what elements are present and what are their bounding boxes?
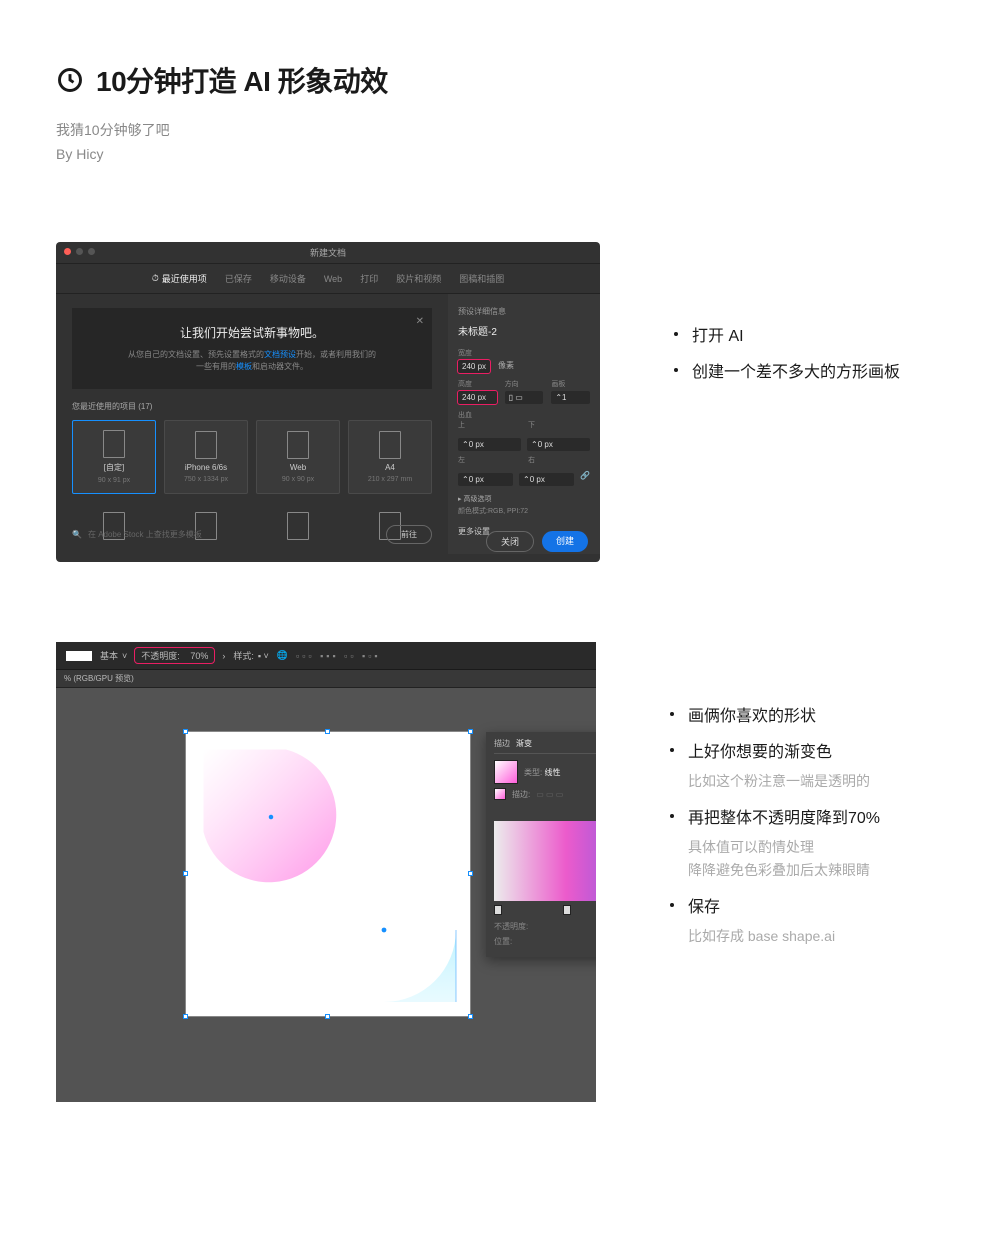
align-icons[interactable]: ▫▫▫ ▪▪▪ ▫▫ ▪▫▪: [296, 651, 381, 661]
document-name[interactable]: 未标题-2: [458, 323, 590, 338]
bullet: 打开 AI: [670, 322, 944, 346]
step2-bullets: 画俩你喜欢的形状 上好你想要的渐变色比如这个粉注意一端是透明的 再把整体不透明度…: [666, 702, 944, 948]
close-button[interactable]: 关闭: [486, 531, 534, 552]
bullet: 保存比如存成 base shape.ai: [666, 893, 944, 947]
opacity-control[interactable]: 不透明度: 70%: [135, 648, 214, 663]
tab-saved[interactable]: 已保存: [225, 272, 252, 285]
tab-film[interactable]: 胶片和视频: [396, 272, 441, 285]
gradient-swatch[interactable]: [494, 760, 518, 784]
bullet: 创建一个差不多大的方形画板: [670, 358, 944, 382]
bleed-bottom[interactable]: ⌃ 0 px: [527, 438, 590, 451]
preset-web[interactable]: Web90 x 90 px: [256, 420, 340, 494]
intro-heading: 让我们开始尝试新事物吧。: [88, 324, 416, 341]
window-controls[interactable]: [64, 248, 95, 255]
intro-text: 从您自己的文档设置、预先设置格式的文档预设开始，或者利用我们的 一些有用的模板和…: [88, 349, 416, 373]
tab-stroke[interactable]: 描边: [494, 738, 510, 749]
bullet: 画俩你喜欢的形状: [666, 702, 944, 726]
gradient-type-select[interactable]: 线性: [544, 768, 560, 777]
stop-location[interactable]: 位置:: [494, 936, 596, 947]
globe-icon[interactable]: 🌐: [277, 650, 288, 661]
new-document-dialog: 新建文档 ⏱ 最近使用项 已保存 移动设备 Web 打印 胶片和视频 图稿和插图…: [56, 242, 600, 562]
bullet: 再把整体不透明度降到70%具体值可以酌情处理 降降避免色彩叠加后太辣眼睛: [666, 804, 944, 881]
step1-bullets: 打开 AI 创建一个差不多大的方形画板: [670, 322, 944, 382]
link-icon[interactable]: 🔗: [580, 471, 590, 486]
go-button[interactable]: 前往: [386, 525, 432, 544]
stroke-swatch[interactable]: [66, 651, 92, 661]
preset-iphone[interactable]: iPhone 6/6s750 x 1334 px: [164, 420, 248, 494]
page-title: 10分钟打造 AI 形象动效: [96, 60, 388, 100]
close-icon[interactable]: ✕: [416, 316, 424, 327]
height-input[interactable]: 240 px: [458, 391, 497, 404]
document-tab[interactable]: % (RGB/GPU 预览): [56, 670, 596, 688]
tab-recent[interactable]: ⏱ 最近使用项: [152, 272, 207, 285]
gradient-panel[interactable]: 描边 渐变 类型: 线性 描边: ▭ ▭ ▭ ⊿ 0°: [486, 732, 596, 957]
style-label[interactable]: 样式: ▪ ˅: [233, 649, 268, 662]
create-button[interactable]: 创建: [542, 531, 588, 552]
stop-opacity[interactable]: 不透明度:: [494, 921, 596, 932]
gradient-stops[interactable]: [494, 905, 596, 917]
stock-search[interactable]: 🔍 在 Adobe Stock 上查找更多模板: [72, 529, 374, 540]
tab-art[interactable]: 图稿和插图: [459, 272, 504, 285]
page-header: 10分钟打造 AI 形象动效 我猜10分钟够了吧 By Hicy: [56, 60, 944, 162]
preset-detail-label: 预设详细信息: [458, 306, 590, 317]
artboard[interactable]: [186, 732, 470, 1016]
preset-a4[interactable]: A4210 x 297 mm: [348, 420, 432, 494]
bullet: 上好你想要的渐变色比如这个粉注意一端是透明的: [666, 738, 944, 792]
advanced-toggle[interactable]: ▸ 高级选项: [458, 494, 590, 504]
bleed-left[interactable]: ⌃ 0 px: [458, 473, 513, 486]
control-bar: 基本 ˅ 不透明度: 70% › 样式: ▪ ˅ 🌐 ▫▫▫ ▪▪▪ ▫▫ ▪▫…: [56, 642, 596, 670]
width-input[interactable]: 240 px: [458, 360, 490, 373]
tab-web[interactable]: Web: [324, 272, 342, 285]
basic-label: 基本 ˅: [100, 649, 127, 662]
tab-mobile[interactable]: 移动设备: [270, 272, 306, 285]
dialog-title: 新建文档: [56, 242, 600, 264]
step-row-1: 新建文档 ⏱ 最近使用项 已保存 移动设备 Web 打印 胶片和视频 图稿和插图…: [56, 242, 944, 562]
preset-custom[interactable]: [自定]90 x 91 px: [72, 420, 156, 494]
illustrator-window: 基本 ˅ 不透明度: 70% › 样式: ▪ ˅ 🌐 ▫▫▫ ▪▪▪ ▫▫ ▪▫…: [56, 642, 596, 1102]
bleed-top[interactable]: ⌃ 0 px: [458, 438, 521, 451]
blue-drop-shape[interactable]: [304, 850, 464, 1010]
preset-details-panel: 预设详细信息 未标题-2 宽度 240 px 像素 高度 240 px 方向: [448, 294, 600, 554]
dialog-tabs: ⏱ 最近使用项 已保存 移动设备 Web 打印 胶片和视频 图稿和插图: [56, 264, 600, 294]
page-subtitle: 我猜10分钟够了吧: [56, 120, 944, 140]
orientation-toggle[interactable]: ▯ ▭: [505, 391, 544, 404]
fill-swatch[interactable]: [494, 788, 506, 800]
step-row-2: 基本 ˅ 不透明度: 70% › 样式: ▪ ˅ 🌐 ▫▫▫ ▪▪▪ ▫▫ ▪▫…: [56, 642, 944, 1102]
recent-label: 您最近使用的项目 (17): [72, 401, 432, 412]
artboard-count[interactable]: ⌃ 1: [551, 391, 590, 404]
intro-box: ✕ 让我们开始尝试新事物吧。 从您自己的文档设置、预先设置格式的文档预设开始，或…: [72, 308, 432, 389]
tab-gradient[interactable]: 渐变: [516, 738, 532, 749]
tab-print[interactable]: 打印: [360, 272, 378, 285]
gradient-ramp[interactable]: [494, 821, 596, 901]
clock-icon: [56, 66, 84, 94]
bleed-right[interactable]: ⌃ 0 px: [519, 473, 574, 486]
byline: By Hicy: [56, 146, 944, 162]
